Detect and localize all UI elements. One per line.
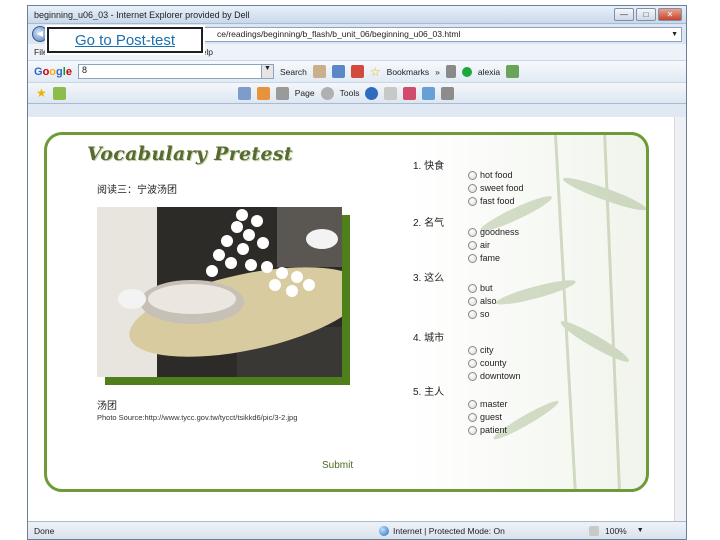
command-bar: ★ Page Tools [28,82,686,104]
research-tool-icon[interactable] [441,86,455,100]
question-3-option-3[interactable]: so [468,309,490,319]
print-icon[interactable] [275,86,289,100]
address-url: ce/readings/beginning/b_flash/b_unit_06/… [217,28,461,39]
question-5-option-1[interactable]: master [468,399,508,409]
highlight-icon[interactable] [312,65,326,78]
popup-blocker-icon[interactable] [350,65,364,78]
add-favorites-icon[interactable] [52,86,66,100]
messenger-icon[interactable] [403,86,417,100]
google-logo: Google [34,65,72,78]
settings-icon[interactable] [506,65,520,78]
radio-icon[interactable] [468,425,477,435]
pretest-card: Vocabulary Pretest 阅读三：宁波汤团 汤团 Photo Sou… [44,132,649,492]
browser-window: beginning_u06_03 - Internet Explorer pro… [27,5,687,540]
page-menu-button[interactable]: Page [295,88,315,98]
radio-icon[interactable] [468,296,477,306]
question-2-prompt: 2. 名气 [413,218,445,229]
photo-frame [97,207,350,385]
question-4-option-3[interactable]: downtown [468,371,521,381]
question-4-prompt: 4. 城市 [413,333,445,344]
favorites-star-icon[interactable]: ★ [36,86,47,100]
radio-icon[interactable] [468,227,477,237]
question-4-option-1[interactable]: city [468,345,494,355]
radio-icon[interactable] [468,399,477,409]
radio-icon[interactable] [468,196,477,206]
bookmark-star-icon[interactable]: ☆ [370,65,381,79]
chevron-down-icon[interactable]: ▼ [671,28,678,41]
photo-source: Photo Source:http://www.tycc.gov.tw/tycc… [97,413,298,422]
protected-mode-icon[interactable] [589,525,599,536]
google-search-value: 8 [81,65,87,75]
question-4-option-2[interactable]: county [468,358,507,368]
title-bar: beginning_u06_03 - Internet Explorer pro… [28,6,686,24]
question-1-option-2[interactable]: sweet food [468,183,524,193]
minimize-button[interactable]: — [614,8,634,21]
blog-icon[interactable] [422,86,436,100]
question-5-prompt: 5. 主人 [413,387,445,398]
back-button[interactable]: ◀ [32,26,48,42]
radio-icon[interactable] [468,345,477,355]
zone-label: Internet | Protected Mode: On [393,525,505,536]
radio-icon[interactable] [468,170,477,180]
close-button[interactable]: ✕ [658,8,682,21]
globe-icon [379,525,389,536]
submit-button[interactable]: Submit [322,460,353,471]
radio-icon[interactable] [468,253,477,263]
page-content: Vocabulary Pretest 阅读三：宁波汤团 汤团 Photo Sou… [28,117,686,523]
zoom-level[interactable]: 100% [605,526,627,536]
google-toolbar: Google 8 ▼ Search ☆ Bookmarks » alexia [28,60,686,82]
radio-icon[interactable] [468,412,477,422]
radio-icon[interactable] [468,183,477,193]
research-icon[interactable] [384,86,398,100]
photo-caption: 汤团 [97,401,117,412]
security-zone[interactable]: Internet | Protected Mode: On [379,525,539,536]
question-3-option-1[interactable]: but [468,283,493,293]
share-icon[interactable] [331,65,345,78]
question-1-option-1[interactable]: hot food [468,170,513,180]
bookmarks-button[interactable]: Bookmarks [387,67,430,77]
tangyuan-photo [97,207,342,377]
menu-file[interactable]: File [34,47,48,57]
google-search-input[interactable]: 8 ▼ [77,64,274,79]
radio-icon[interactable] [468,371,477,381]
page-title: Vocabulary Pretest [87,143,293,165]
radio-icon[interactable] [468,358,477,368]
reading-title: 阅读三：宁波汤团 [97,185,177,196]
question-5-option-3[interactable]: patient [468,425,507,435]
gear-icon[interactable] [320,86,334,100]
question-5-option-2[interactable]: guest [468,412,502,422]
help-icon[interactable] [365,86,379,100]
chevron-down-icon[interactable]: ▼ [637,527,644,534]
post-test-link[interactable]: Go to Post-test [45,25,205,55]
question-1-prompt: 1. 快食 [413,161,445,172]
feeds-icon[interactable] [256,86,270,100]
google-search-button[interactable]: Search [280,67,307,77]
home-icon[interactable] [237,86,251,100]
maximize-button[interactable]: □ [636,8,656,21]
window-title: beginning_u06_03 - Internet Explorer pro… [34,9,250,20]
radio-icon[interactable] [468,240,477,250]
bamboo-decoration [480,135,646,489]
status-text: Done [34,525,55,536]
question-2-option-1[interactable]: goodness [468,227,519,237]
question-2-option-2[interactable]: air [468,240,490,250]
wrench-icon[interactable] [445,65,456,78]
vertical-scrollbar[interactable] [674,117,686,523]
question-3-prompt: 3. 这么 [413,273,445,284]
question-1-option-3[interactable]: fast food [468,196,515,206]
question-3-option-2[interactable]: also [468,296,497,306]
radio-icon[interactable] [468,309,477,319]
user-account-button[interactable]: alexia [478,67,500,77]
tools-menu-button[interactable]: Tools [340,88,360,98]
user-status-icon [461,66,472,77]
chevron-down-icon[interactable]: ▼ [260,65,273,78]
window-controls: — □ ✕ [614,8,682,21]
more-button[interactable]: » [435,67,440,77]
question-2-option-3[interactable]: fame [468,253,500,263]
radio-icon[interactable] [468,283,477,293]
status-bar: Done Internet | Protected Mode: On 100% … [28,521,686,539]
